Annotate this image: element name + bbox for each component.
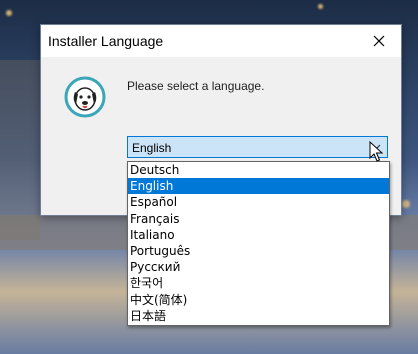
language-option[interactable]: English xyxy=(128,178,389,195)
language-option[interactable]: 한국어 xyxy=(128,275,389,291)
close-icon xyxy=(373,35,385,47)
language-option[interactable]: Deutsch xyxy=(128,162,389,178)
select-language-prompt: Please select a language. xyxy=(127,79,265,93)
language-select[interactable]: English xyxy=(127,136,388,158)
language-option[interactable]: 中文(简体) xyxy=(128,292,389,308)
language-option[interactable]: Español xyxy=(128,194,389,210)
window-title: Installer Language xyxy=(48,33,164,49)
language-select-value: English xyxy=(132,141,172,155)
mouse-cursor-icon xyxy=(369,141,384,162)
language-option[interactable]: Русский xyxy=(128,259,389,275)
language-option[interactable]: 日本語 xyxy=(128,308,389,324)
dog-mascot-icon xyxy=(64,76,106,118)
title-bar: Installer Language xyxy=(41,25,401,57)
language-dropdown-list: Deutsch English Español Français Italian… xyxy=(127,161,390,326)
language-option[interactable]: Français xyxy=(128,211,389,227)
language-option[interactable]: Italiano xyxy=(128,227,389,243)
language-option[interactable]: Português xyxy=(128,243,389,259)
close-button[interactable] xyxy=(357,25,401,57)
